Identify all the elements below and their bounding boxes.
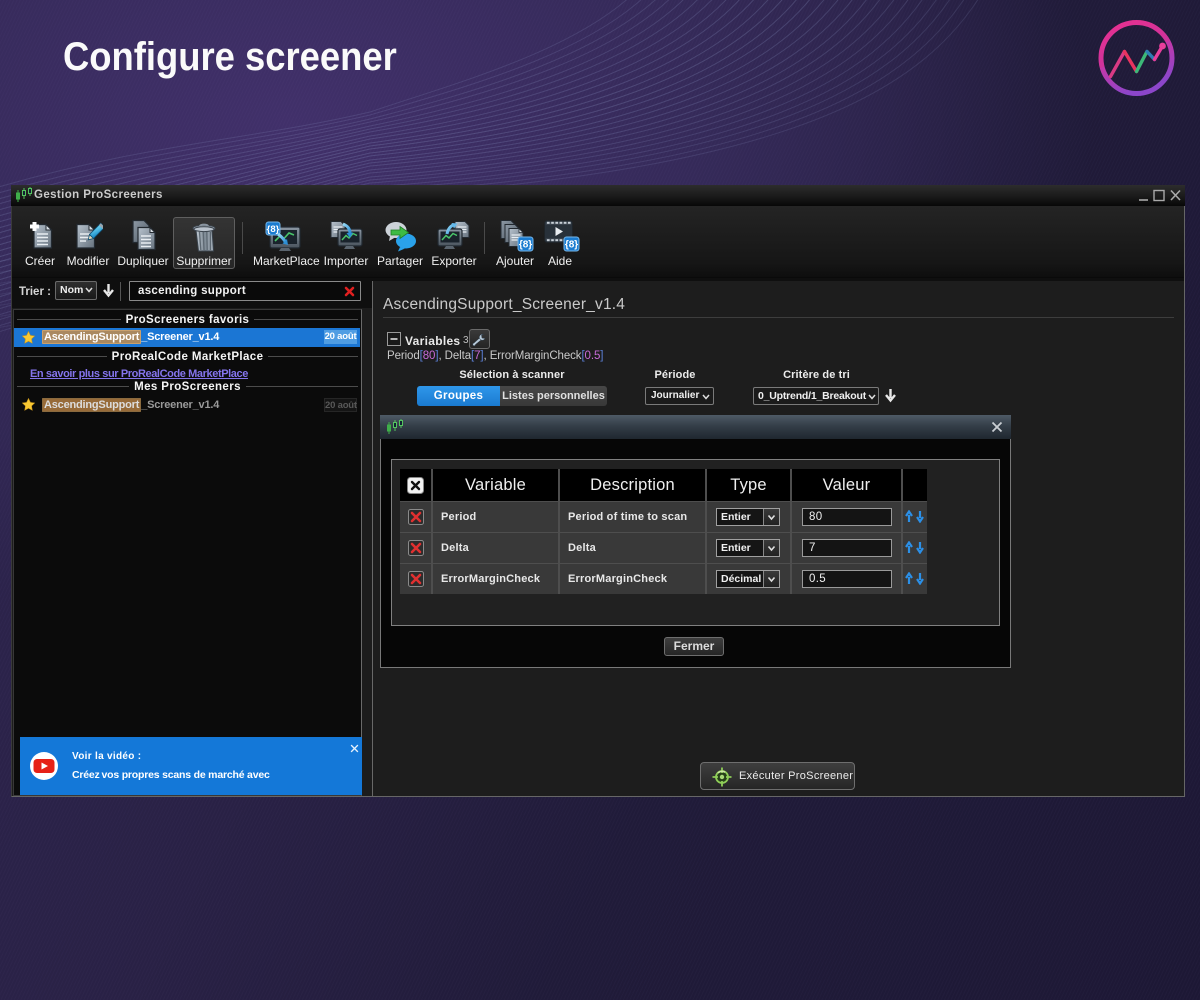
svg-text:{﻿8}: {﻿8}	[565, 240, 578, 251]
svg-text:{﻿8}: {﻿8}	[519, 240, 532, 251]
svg-text:{﻿8}: {﻿8}	[267, 224, 280, 235]
